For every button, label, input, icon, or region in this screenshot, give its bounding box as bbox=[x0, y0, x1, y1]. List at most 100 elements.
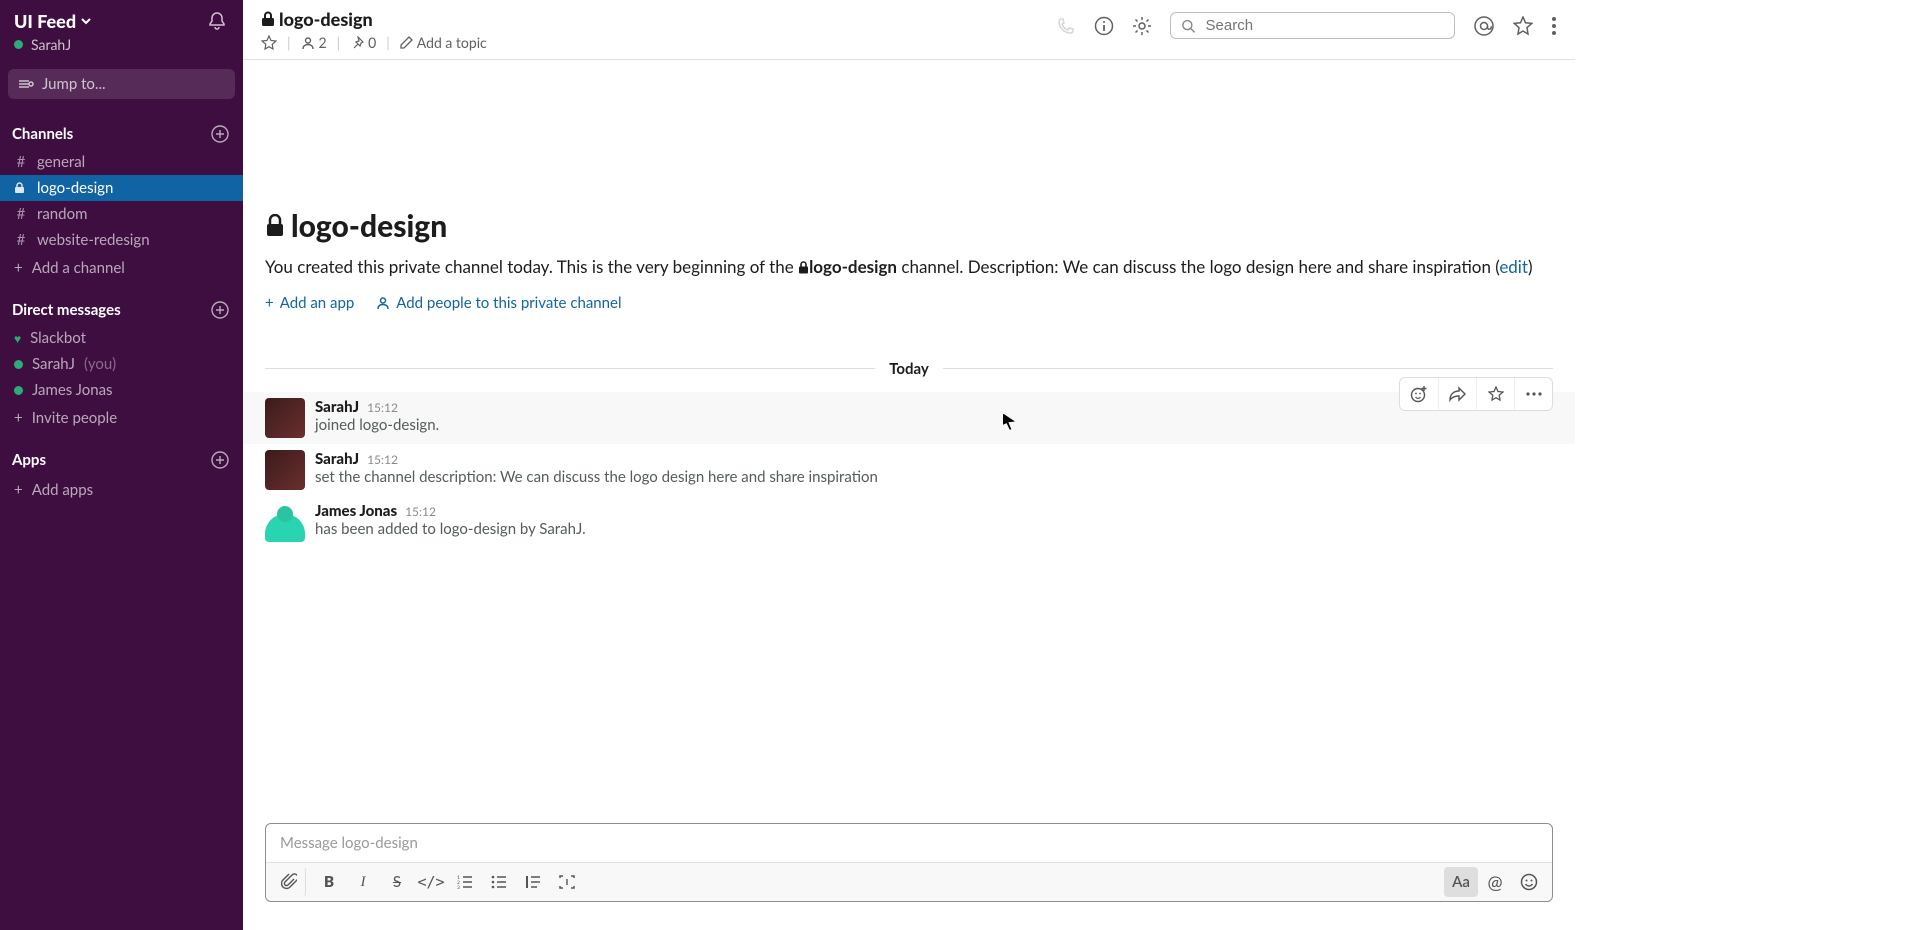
message-time[interactable]: 15:12 bbox=[405, 504, 436, 519]
apps-header[interactable]: Apps bbox=[12, 451, 46, 469]
message-row[interactable]: SarahJ 15:12 set the channel description… bbox=[243, 444, 1575, 496]
add-channel-link[interactable]: + Add a channel bbox=[0, 253, 243, 283]
paperclip-icon bbox=[281, 873, 297, 891]
plus-icon: + bbox=[265, 294, 274, 312]
chevron-down-icon bbox=[80, 15, 92, 27]
dm-label: SarahJ bbox=[32, 355, 75, 373]
add-channel-icon[interactable] bbox=[211, 125, 229, 143]
message-hover-actions bbox=[1399, 377, 1553, 411]
sidebar-channel-random[interactable]: # random bbox=[0, 201, 243, 227]
add-app-icon[interactable] bbox=[211, 451, 229, 469]
at-icon bbox=[1473, 15, 1495, 37]
more-actions-button[interactable] bbox=[1514, 378, 1552, 410]
star-channel-button[interactable] bbox=[261, 35, 277, 51]
presence-active-icon bbox=[14, 40, 23, 49]
message-input[interactable]: Message logo-design bbox=[266, 824, 1552, 862]
mention-button[interactable]: @ bbox=[1478, 867, 1512, 897]
star-outline-icon bbox=[1513, 16, 1533, 36]
message-composer[interactable]: Message logo-design B I S </> 123 bbox=[265, 823, 1553, 902]
message-row[interactable]: James Jonas 15:12 has been added to logo… bbox=[243, 496, 1575, 548]
call-button[interactable] bbox=[1056, 16, 1076, 36]
current-user-row[interactable]: SarahJ bbox=[0, 36, 243, 63]
main-panel: logo-design | 2 | 0 | Add bbox=[243, 0, 1575, 930]
ordered-list-button[interactable]: 123 bbox=[448, 867, 482, 897]
gear-icon bbox=[1132, 16, 1152, 36]
search-icon bbox=[1181, 18, 1196, 34]
lock-icon bbox=[798, 261, 809, 274]
strike-button[interactable]: S bbox=[380, 867, 414, 897]
sidebar-dm-james[interactable]: James Jonas bbox=[0, 377, 243, 403]
bold-button[interactable]: B bbox=[312, 867, 346, 897]
dm-label: James Jonas bbox=[32, 381, 113, 399]
add-app-button[interactable]: + Add an app bbox=[265, 294, 354, 312]
share-arrow-icon bbox=[1449, 386, 1467, 402]
avatar[interactable] bbox=[265, 502, 305, 542]
channels-header[interactable]: Channels bbox=[12, 125, 73, 143]
pin-count-button[interactable]: 0 bbox=[350, 34, 376, 51]
star-outline-icon bbox=[1488, 386, 1504, 402]
add-channel-label: Add a channel bbox=[32, 259, 125, 277]
italic-button[interactable]: I bbox=[346, 867, 380, 897]
add-people-button[interactable]: Add people to this private channel bbox=[376, 294, 621, 312]
star-message-button[interactable] bbox=[1476, 378, 1514, 410]
message-author[interactable]: James Jonas bbox=[315, 502, 397, 520]
message-author[interactable]: SarahJ bbox=[315, 450, 359, 468]
message-time[interactable]: 15:12 bbox=[367, 452, 398, 467]
message-time[interactable]: 15:12 bbox=[367, 400, 398, 415]
message-row[interactable]: SarahJ 15:12 joined logo-design. bbox=[243, 392, 1575, 444]
message-scroll-area[interactable]: logo-design You created this private cha… bbox=[243, 60, 1575, 817]
edit-description-link[interactable]: edit bbox=[1499, 256, 1528, 277]
bullet-list-button[interactable] bbox=[482, 867, 516, 897]
avatar[interactable] bbox=[265, 398, 305, 438]
share-message-button[interactable] bbox=[1438, 378, 1476, 410]
member-count-button[interactable]: 2 bbox=[301, 34, 327, 51]
pin-icon bbox=[350, 36, 364, 50]
message-text: has been added to logo-design by SarahJ. bbox=[315, 520, 1553, 538]
sidebar-channel-logo-design[interactable]: logo-design bbox=[0, 175, 243, 201]
plus-icon: + bbox=[14, 259, 23, 277]
channel-title[interactable]: logo-design bbox=[261, 8, 487, 30]
format-toggle-button[interactable]: Aa bbox=[1444, 867, 1478, 897]
dots-icon bbox=[1525, 391, 1543, 397]
quote-button[interactable] bbox=[516, 867, 550, 897]
add-reaction-button[interactable] bbox=[1400, 378, 1438, 410]
sidebar-channel-website-redesign[interactable]: # website-redesign bbox=[0, 227, 243, 253]
lock-icon bbox=[261, 11, 275, 27]
add-dm-icon[interactable] bbox=[211, 301, 229, 319]
jump-to-button[interactable]: Jump to... bbox=[8, 69, 235, 99]
invite-people-link[interactable]: + Invite people bbox=[0, 403, 243, 433]
sidebar-dm-slackbot[interactable]: ♥ Slackbot bbox=[0, 325, 243, 351]
dms-header[interactable]: Direct messages bbox=[12, 301, 121, 319]
starred-items-button[interactable] bbox=[1513, 16, 1533, 36]
channel-label: random bbox=[37, 205, 87, 223]
search-box[interactable] bbox=[1170, 12, 1455, 39]
current-user-name: SarahJ bbox=[31, 36, 71, 53]
add-topic-label: Add a topic bbox=[417, 34, 487, 51]
more-menu-button[interactable] bbox=[1551, 16, 1557, 36]
settings-button[interactable] bbox=[1132, 16, 1152, 36]
workspace-name: UI Feed bbox=[14, 10, 76, 32]
codeblock-button[interactable] bbox=[550, 867, 584, 897]
sidebar-channel-general[interactable]: # general bbox=[0, 149, 243, 175]
add-apps-link[interactable]: + Add apps bbox=[0, 475, 243, 505]
add-topic-button[interactable]: Add a topic bbox=[400, 34, 487, 51]
mentions-button[interactable] bbox=[1473, 15, 1495, 37]
search-input[interactable] bbox=[1206, 17, 1444, 34]
jump-to-icon bbox=[18, 77, 34, 91]
presence-active-icon bbox=[14, 386, 23, 395]
channel-name-text: logo-design bbox=[279, 8, 373, 30]
intro-title-text: logo-design bbox=[291, 208, 447, 244]
emoji-button[interactable] bbox=[1512, 867, 1546, 897]
code-button[interactable]: </> bbox=[414, 867, 448, 897]
lock-icon bbox=[14, 182, 28, 194]
attach-button[interactable] bbox=[272, 867, 306, 897]
right-gutter bbox=[1575, 0, 1920, 930]
workspace-switcher[interactable]: UI Feed bbox=[14, 10, 92, 32]
sidebar-dm-self[interactable]: SarahJ (you) bbox=[0, 351, 243, 377]
notifications-bell-icon[interactable] bbox=[207, 11, 227, 31]
message-author[interactable]: SarahJ bbox=[315, 398, 359, 416]
date-divider-label: Today bbox=[875, 360, 943, 378]
info-button[interactable] bbox=[1094, 16, 1114, 36]
avatar[interactable] bbox=[265, 450, 305, 490]
hash-icon: # bbox=[14, 205, 28, 223]
